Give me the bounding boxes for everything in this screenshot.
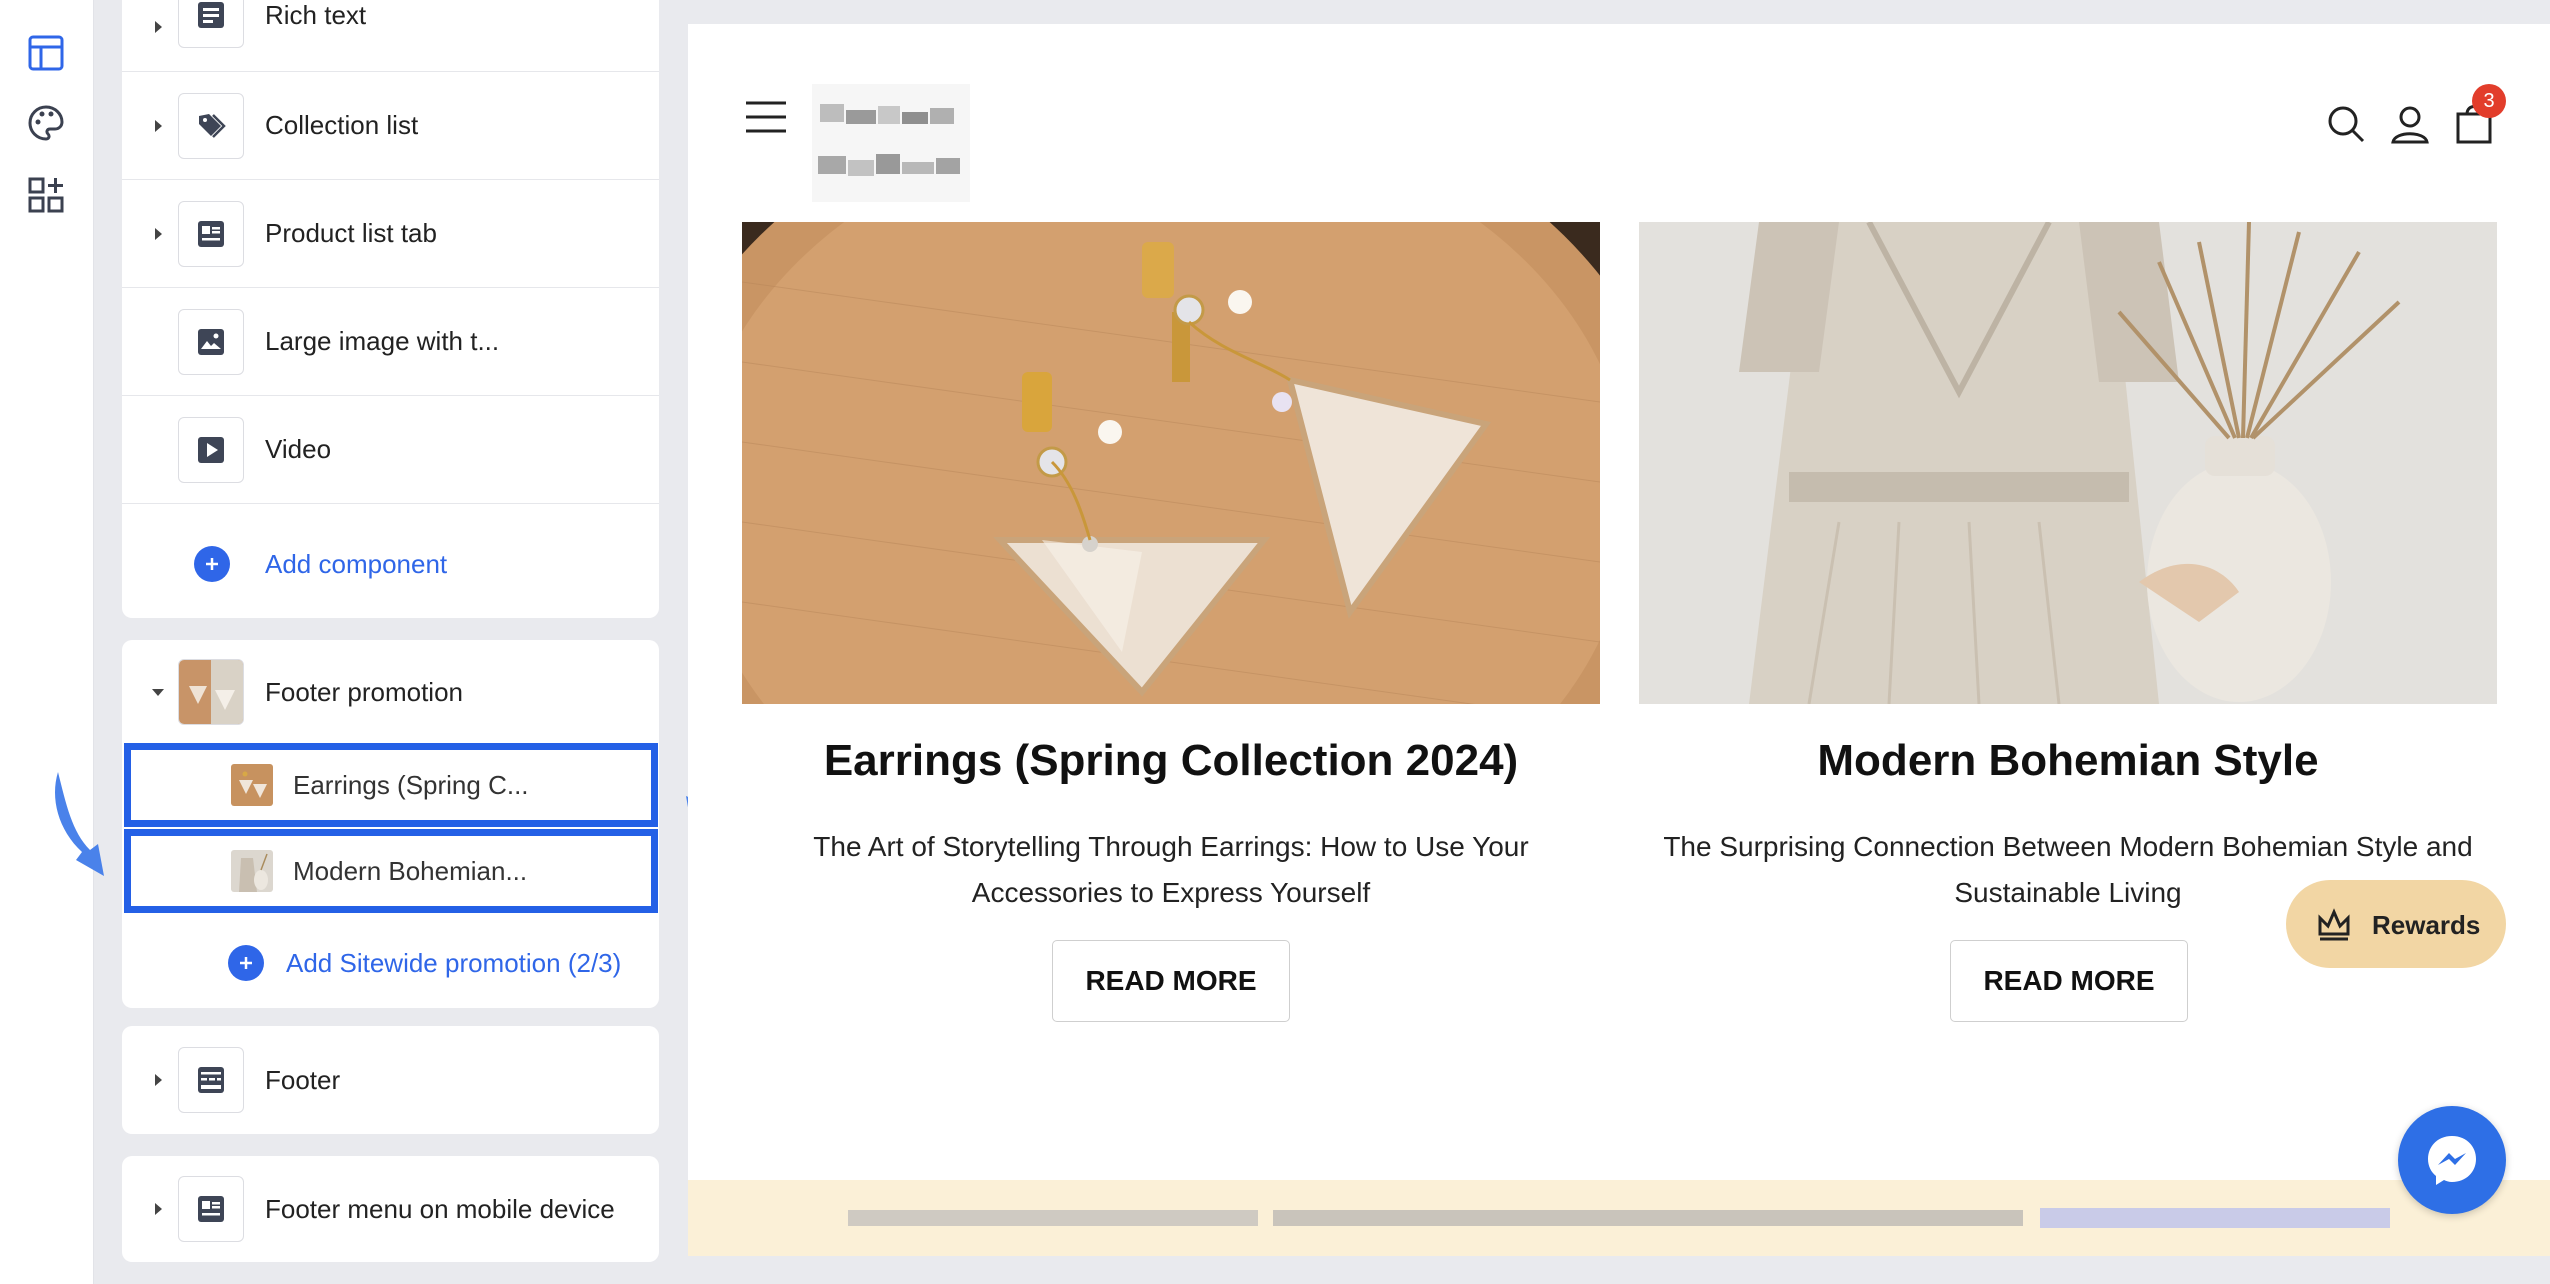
card-description-line: The Surprising Connection Between Modern… [1663, 831, 2473, 862]
sections-panel: Rich text Collection list Product list t… [122, 0, 659, 618]
section-large-image[interactable]: Large image with t... [122, 288, 659, 396]
list-card-icon [178, 200, 244, 267]
add-sitewide-label: Add Sitewide promotion (2/3) [286, 947, 622, 978]
section-footer[interactable]: Footer [122, 1026, 659, 1134]
card-description-line: The Art of Storytelling Through Earrings… [813, 831, 1529, 862]
plus-circle-icon [228, 945, 264, 981]
card-title: Earrings (Spring Collection 2024) [823, 736, 1519, 785]
list-card-icon [178, 1176, 244, 1242]
footer-promotion-thumbnail [178, 659, 244, 725]
add-sitewide-promotion-button[interactable]: Add Sitewide promotion (2/3) [122, 918, 659, 1008]
add-component-label: Add component [265, 548, 448, 579]
section-video[interactable]: Video [122, 396, 659, 504]
layout-icon[interactable] [23, 30, 69, 76]
curved-arrow-down-icon [55, 772, 104, 876]
card-description: The Art of Storytelling Through Earrings… [742, 824, 1600, 916]
add-component-button[interactable]: Add component [122, 510, 659, 618]
section-label: Footer [265, 1064, 341, 1095]
section-label: Collection list [265, 110, 419, 140]
search-icon[interactable] [2326, 104, 2366, 149]
tags-icon [178, 92, 244, 159]
video-play-icon [178, 416, 244, 483]
footer-mobile-panel: Footer menu on mobile device [122, 1156, 659, 1262]
section-footer-promotion[interactable]: Footer promotion [122, 640, 659, 744]
caret-right-icon[interactable] [148, 1199, 168, 1219]
section-footer-mobile-menu[interactable]: Footer menu on mobile device [122, 1156, 659, 1262]
footer-announcement-bar [688, 1180, 2550, 1256]
section-label: Video [265, 434, 332, 464]
section-label: Footer menu on mobile device [265, 1193, 615, 1224]
read-more-button[interactable]: READ MORE [1052, 940, 1290, 1022]
section-rich-text[interactable]: Rich text [122, 0, 659, 72]
left-rail [0, 0, 94, 1284]
bohemian-thumbnail [231, 850, 273, 892]
caret-right-icon[interactable] [148, 1070, 168, 1090]
section-label: Product list tab [265, 218, 437, 248]
image-text-icon [178, 308, 244, 375]
messenger-icon [2428, 1136, 2476, 1185]
card-description-line: Accessories to Express Yourself [971, 877, 1371, 908]
earrings-thumbnail [231, 764, 273, 806]
card-title: Modern Bohemian Style [1817, 736, 2319, 785]
rewards-label: Rewards [2372, 910, 2481, 940]
section-collection-list[interactable]: Collection list [122, 72, 659, 180]
store-logo-blurred[interactable] [812, 84, 970, 202]
caret-right-icon[interactable] [148, 116, 168, 136]
blurred-footer-text [848, 1208, 2390, 1228]
crown-icon [2316, 906, 2352, 947]
bohemian-dress-image[interactable] [1639, 222, 2497, 704]
store-preview: 3 Earrings (Spring Collection 2024) The … [688, 24, 2550, 1256]
text-block-icon [178, 0, 244, 48]
messenger-chat-button[interactable] [2398, 1106, 2506, 1214]
read-more-button[interactable]: READ MORE [1950, 940, 2188, 1022]
palette-icon[interactable] [23, 100, 69, 146]
section-product-list-tab[interactable]: Product list tab [122, 180, 659, 288]
editor-root: Rich text Collection list Product list t… [0, 0, 2550, 1284]
caret-down-icon[interactable] [148, 682, 168, 702]
hamburger-menu-icon[interactable] [744, 100, 788, 139]
promo-item-earrings[interactable]: Earrings (Spring C... [124, 743, 658, 827]
section-label: Large image with t... [265, 326, 500, 356]
plus-circle-icon [194, 546, 230, 582]
caret-right-icon[interactable] [148, 224, 168, 244]
user-account-icon[interactable] [2390, 104, 2430, 149]
promo-item-modern-bohemian[interactable]: Modern Bohemian... [124, 829, 658, 913]
promo-item-label: Earrings (Spring C... [293, 769, 529, 800]
promo-item-label: Modern Bohemian... [293, 855, 528, 886]
apps-add-icon[interactable] [23, 172, 69, 218]
section-label: Footer promotion [265, 676, 463, 707]
section-label: Rich text [265, 0, 367, 30]
rewards-button[interactable]: Rewards [2286, 880, 2506, 968]
footer-panel: Footer [122, 1026, 659, 1134]
cart-count-badge: 3 [2472, 84, 2506, 118]
caret-right-icon[interactable] [148, 17, 168, 37]
earrings-image[interactable] [742, 222, 1600, 704]
footer-icon [178, 1047, 244, 1113]
